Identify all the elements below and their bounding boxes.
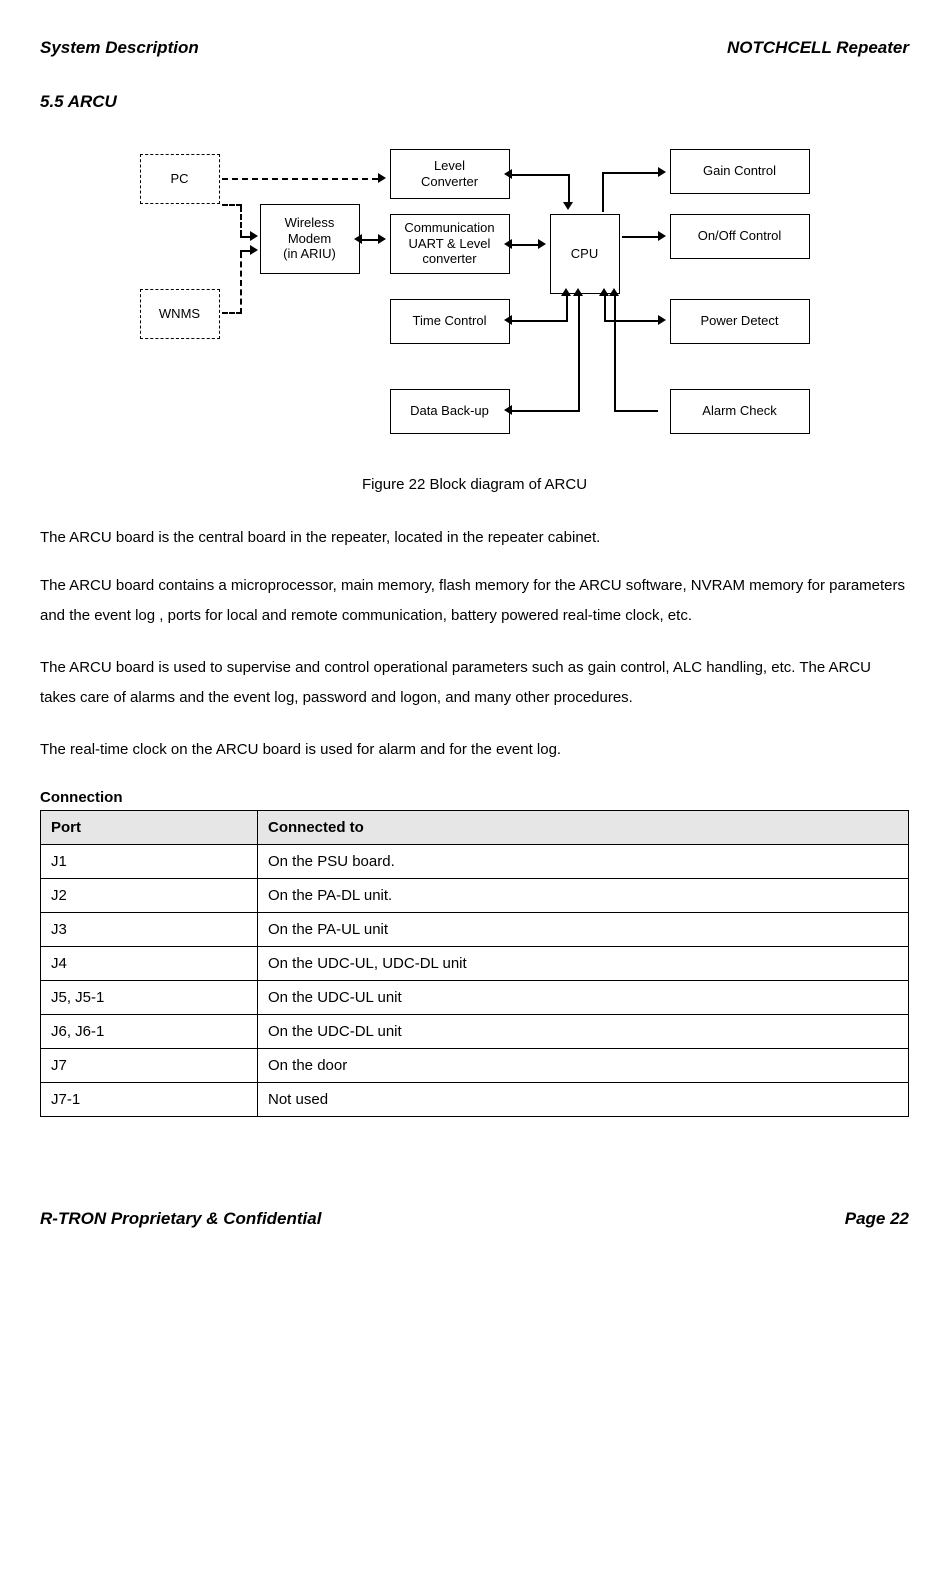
page-header: System Description NOTCHCELL Repeater	[40, 36, 909, 60]
footer-left: R-TRON Proprietary & Confidential	[40, 1207, 321, 1231]
arrowhead-icon	[504, 315, 512, 325]
line-pc-modem-h2	[240, 236, 250, 238]
table-row: J4 On the UDC-UL, UDC-DL unit	[41, 946, 909, 980]
arrowhead-icon	[378, 234, 386, 244]
line-time-cpu-v	[566, 296, 568, 322]
cell-port: J7	[41, 1048, 258, 1082]
arrowhead-icon	[599, 288, 609, 296]
arrowhead-icon	[504, 169, 512, 179]
box-level-converter: Level Converter	[390, 149, 510, 199]
figure-caption: Figure 22 Block diagram of ARCU	[40, 474, 909, 495]
cell-conn: On the door	[258, 1048, 909, 1082]
arrowhead-icon	[561, 288, 571, 296]
line-time-cpu-h	[512, 320, 568, 322]
line-wnms-h2	[240, 250, 250, 252]
box-data-backup: Data Back-up	[390, 389, 510, 434]
table-row: J7 On the door	[41, 1048, 909, 1082]
table-row: J3 On the PA-UL unit	[41, 912, 909, 946]
cell-port: J7-1	[41, 1082, 258, 1116]
cell-conn: On the PA-UL unit	[258, 912, 909, 946]
line-wnms-v	[240, 252, 242, 314]
line-power-cpu-v	[604, 296, 606, 322]
box-cpu: CPU	[550, 214, 620, 294]
header-right: NOTCHCELL Repeater	[727, 36, 909, 60]
line-pc-modem-h1	[222, 204, 242, 206]
box-gain-control: Gain Control	[670, 149, 810, 194]
table-row: J2 On the PA-DL unit.	[41, 878, 909, 912]
cell-conn: Not used	[258, 1082, 909, 1116]
line-backup-cpu-v	[578, 296, 580, 412]
paragraph-4: The real-time clock on the ARCU board is…	[40, 735, 909, 765]
cell-conn: On the PSU board.	[258, 844, 909, 878]
cell-conn: On the UDC-UL unit	[258, 980, 909, 1014]
header-left: System Description	[40, 36, 199, 60]
line-pc-modem-v	[240, 206, 242, 236]
arcu-block-diagram: PC WNMS Wireless Modem (in ARIU) Level C…	[110, 144, 840, 454]
arrowhead-icon	[609, 288, 619, 296]
arrowhead-icon	[658, 315, 666, 325]
th-connected: Connected to	[258, 810, 909, 844]
table-row: J6, J6-1 On the UDC-DL unit	[41, 1014, 909, 1048]
line-cpu-onoff	[622, 236, 658, 238]
paragraph-2: The ARCU board contains a microprocessor…	[40, 571, 909, 631]
cell-port: J4	[41, 946, 258, 980]
cell-conn: On the UDC-UL, UDC-DL unit	[258, 946, 909, 980]
arrowhead-icon	[658, 167, 666, 177]
arrowhead-icon	[378, 173, 386, 183]
arrowhead-icon	[563, 202, 573, 210]
line-cpu-gain-h	[602, 172, 658, 174]
line-alarm-cpu-v	[614, 296, 616, 412]
line-level-cpu-v	[568, 174, 570, 202]
arrowhead-icon	[658, 231, 666, 241]
arrowhead-icon	[250, 231, 258, 241]
cell-port: J5, J5-1	[41, 980, 258, 1014]
line-modem-uart	[362, 239, 378, 241]
arrowhead-icon	[354, 234, 362, 244]
connection-table: Port Connected to J1 On the PSU board. J…	[40, 810, 909, 1117]
cell-port: J1	[41, 844, 258, 878]
paragraph-1: The ARCU board is the central board in t…	[40, 523, 909, 553]
section-heading: 5.5 ARCU	[40, 90, 909, 114]
table-row: J1 On the PSU board.	[41, 844, 909, 878]
table-row: J7-1 Not used	[41, 1082, 909, 1116]
arrowhead-icon	[504, 405, 512, 415]
box-wnms: WNMS	[140, 289, 220, 339]
box-comm-uart: Communication UART & Level converter	[390, 214, 510, 274]
box-time-control: Time Control	[390, 299, 510, 344]
box-pc: PC	[140, 154, 220, 204]
footer-right: Page 22	[845, 1207, 909, 1231]
line-alarm-cpu-h	[616, 410, 658, 412]
box-alarm-check: Alarm Check	[670, 389, 810, 434]
line-wnms-h	[222, 312, 242, 314]
th-port: Port	[41, 810, 258, 844]
connection-heading: Connection	[40, 787, 909, 808]
arrowhead-icon	[573, 288, 583, 296]
cell-port: J3	[41, 912, 258, 946]
line-uart-cpu	[512, 244, 538, 246]
box-onoff-control: On/Off Control	[670, 214, 810, 259]
box-wireless-modem: Wireless Modem (in ARIU)	[260, 204, 360, 274]
diagram-container: PC WNMS Wireless Modem (in ARIU) Level C…	[40, 144, 909, 454]
cell-port: J2	[41, 878, 258, 912]
arrowhead-icon	[538, 239, 546, 249]
cell-conn: On the PA-DL unit.	[258, 878, 909, 912]
line-backup-cpu-h	[512, 410, 580, 412]
paragraph-3: The ARCU board is used to supervise and …	[40, 653, 909, 713]
line-cpu-gain-v	[602, 174, 604, 212]
cell-conn: On the UDC-DL unit	[258, 1014, 909, 1048]
table-header-row: Port Connected to	[41, 810, 909, 844]
page-footer: R-TRON Proprietary & Confidential Page 2…	[40, 1207, 909, 1231]
arrowhead-icon	[250, 245, 258, 255]
box-power-detect: Power Detect	[670, 299, 810, 344]
arrowhead-icon	[504, 239, 512, 249]
line-pc-level	[222, 178, 378, 180]
line-level-cpu-h	[512, 174, 570, 176]
table-row: J5, J5-1 On the UDC-UL unit	[41, 980, 909, 1014]
cell-port: J6, J6-1	[41, 1014, 258, 1048]
